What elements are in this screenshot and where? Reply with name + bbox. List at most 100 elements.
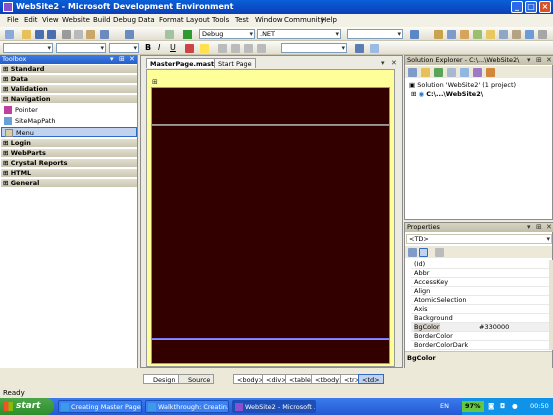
close-button[interactable]: × xyxy=(539,1,551,13)
save-all-icon[interactable] xyxy=(47,30,56,39)
start-button[interactable]: start xyxy=(0,398,54,415)
underline-icon[interactable]: U xyxy=(170,44,179,53)
nest-files-icon[interactable] xyxy=(447,68,456,77)
toolbox-category-html[interactable]: ⊞ HTML xyxy=(1,169,137,178)
toolbox-icon[interactable] xyxy=(460,30,469,39)
save-icon[interactable] xyxy=(35,30,44,39)
battery-indicator[interactable]: 97% xyxy=(462,401,484,412)
alphabetical-icon[interactable] xyxy=(419,248,428,257)
tool-pointer[interactable]: Pointer xyxy=(1,105,137,115)
tool-sitemappath[interactable]: SiteMapPath xyxy=(1,116,137,126)
design-view-tab[interactable]: Design xyxy=(143,374,180,384)
menu-layout[interactable]: Layout xyxy=(186,16,210,24)
props-dropdown-icon[interactable]: ▾ xyxy=(527,223,531,231)
language-indicator[interactable]: EN xyxy=(440,398,449,415)
menu-window[interactable]: Window xyxy=(255,16,283,24)
project-node[interactable]: ⊞ ◉ C:\...\WebSite2\ xyxy=(411,90,483,98)
asp-config-icon[interactable] xyxy=(486,68,495,77)
copy-icon[interactable] xyxy=(74,30,83,39)
solexp-close-icon[interactable]: ✕ xyxy=(546,56,552,64)
toolbox-category-validation[interactable]: ⊞ Validation xyxy=(1,85,137,94)
design-surface[interactable]: ⊞ xyxy=(146,69,395,367)
start-page-icon[interactable] xyxy=(525,30,534,39)
paste-icon[interactable] xyxy=(86,30,95,39)
bold-icon[interactable]: B xyxy=(145,44,154,53)
maximize-button[interactable]: □ xyxy=(525,1,537,13)
property-row[interactable]: Align xyxy=(411,287,549,296)
header-cell[interactable] xyxy=(151,87,390,125)
toolbox-category-general[interactable]: ⊞ General xyxy=(1,179,137,188)
tag-td[interactable]: <td> xyxy=(358,374,384,384)
property-pages-icon[interactable] xyxy=(435,248,444,257)
property-row[interactable]: BorderColor xyxy=(411,332,549,341)
menu-tools[interactable]: Tools xyxy=(212,16,229,24)
properties-scrollbar[interactable] xyxy=(549,260,553,350)
selected-td-cell[interactable] xyxy=(151,125,390,339)
find-combo[interactable] xyxy=(347,29,403,39)
italic-icon[interactable]: I xyxy=(158,44,167,53)
copy-website-icon[interactable] xyxy=(473,68,482,77)
doc-close-icon[interactable]: ✕ xyxy=(391,59,397,67)
justify-icon[interactable] xyxy=(244,44,253,53)
menu-website[interactable]: Website xyxy=(62,16,90,24)
task-creating-master-page[interactable]: Creating Master Page... xyxy=(58,400,142,413)
menu-test[interactable]: Test xyxy=(235,16,249,24)
toolbox-dropdown-icon[interactable]: ▾ xyxy=(110,55,114,63)
find-icon[interactable] xyxy=(410,30,419,39)
minimize-button[interactable]: _ xyxy=(511,1,523,13)
menu-debug[interactable]: Debug xyxy=(113,16,136,24)
bullets-icon[interactable] xyxy=(257,44,266,53)
start-debug-icon[interactable] xyxy=(183,30,192,39)
categorized-icon[interactable] xyxy=(408,248,417,257)
menu-file[interactable]: File xyxy=(7,16,19,24)
property-row[interactable]: BorderColorDark xyxy=(411,341,549,350)
toolbox-pin-icon[interactable]: ⊞ xyxy=(119,55,125,63)
solution-node[interactable]: ▣ Solution 'WebSite2' (1 project) xyxy=(409,81,516,89)
server-explorer-icon[interactable] xyxy=(499,30,508,39)
toolbox-category-crystal-reports[interactable]: ⊞ Crystal Reports xyxy=(1,159,137,168)
toolbox-category-navigation[interactable]: ⊟ Navigation xyxy=(1,95,137,104)
platform-select[interactable]: .NET xyxy=(257,29,341,39)
menu-build[interactable]: Build xyxy=(93,16,111,24)
source-view-tab[interactable]: Source xyxy=(178,374,215,384)
undo-icon[interactable] xyxy=(100,30,109,39)
align-center-icon[interactable] xyxy=(231,44,240,53)
overflow-icon[interactable] xyxy=(538,30,547,39)
style-select[interactable] xyxy=(281,43,347,53)
align-left-icon[interactable] xyxy=(218,44,227,53)
menu-format[interactable]: Format xyxy=(159,16,184,24)
property-row[interactable]: Axis xyxy=(411,305,549,314)
link-icon[interactable] xyxy=(355,44,364,53)
web-icon[interactable] xyxy=(165,30,174,39)
wrench-icon[interactable] xyxy=(512,30,521,39)
move-handle-icon[interactable]: ⊞ xyxy=(152,78,158,86)
doc-dropdown-icon[interactable]: ▾ xyxy=(381,59,385,67)
menu-edit[interactable]: Edit xyxy=(24,16,38,24)
font-color-icon[interactable] xyxy=(185,44,194,53)
property-row[interactable]: Abbr xyxy=(411,269,549,278)
menu-view[interactable]: View xyxy=(42,16,59,24)
properties-icon[interactable] xyxy=(447,30,456,39)
properties-button-icon[interactable] xyxy=(408,68,417,77)
object-browser-icon[interactable] xyxy=(473,30,482,39)
toolbox-category-webparts[interactable]: ⊞ WebParts xyxy=(1,149,137,158)
new-project-icon[interactable] xyxy=(5,30,14,39)
property-row[interactable]: AtomicSelection xyxy=(411,296,549,305)
solexp-pin-icon[interactable]: ⊞ xyxy=(536,56,542,64)
tool-menu[interactable]: Menu xyxy=(1,127,137,137)
redo-icon[interactable] xyxy=(125,30,134,39)
footer-cell[interactable] xyxy=(151,339,390,364)
toolbox-close-icon[interactable]: ✕ xyxy=(129,55,135,63)
view-code-icon[interactable] xyxy=(460,68,469,77)
menu-data[interactable]: Data xyxy=(138,16,155,24)
props-close-icon[interactable]: ✕ xyxy=(546,223,552,231)
block-format-select[interactable] xyxy=(3,43,53,53)
class-view-icon[interactable] xyxy=(486,30,495,39)
configuration-select[interactable]: Debug xyxy=(199,29,255,39)
toolbox-category-login[interactable]: ⊞ Login xyxy=(1,139,137,148)
font-size-select[interactable] xyxy=(109,43,139,53)
props-pin-icon[interactable]: ⊞ xyxy=(536,223,542,231)
task-website2[interactable]: WebSite2 - Microsoft ... xyxy=(232,400,316,413)
toolbox-category-standard[interactable]: ⊞ Standard xyxy=(1,65,137,74)
show-all-files-icon[interactable] xyxy=(421,68,430,77)
